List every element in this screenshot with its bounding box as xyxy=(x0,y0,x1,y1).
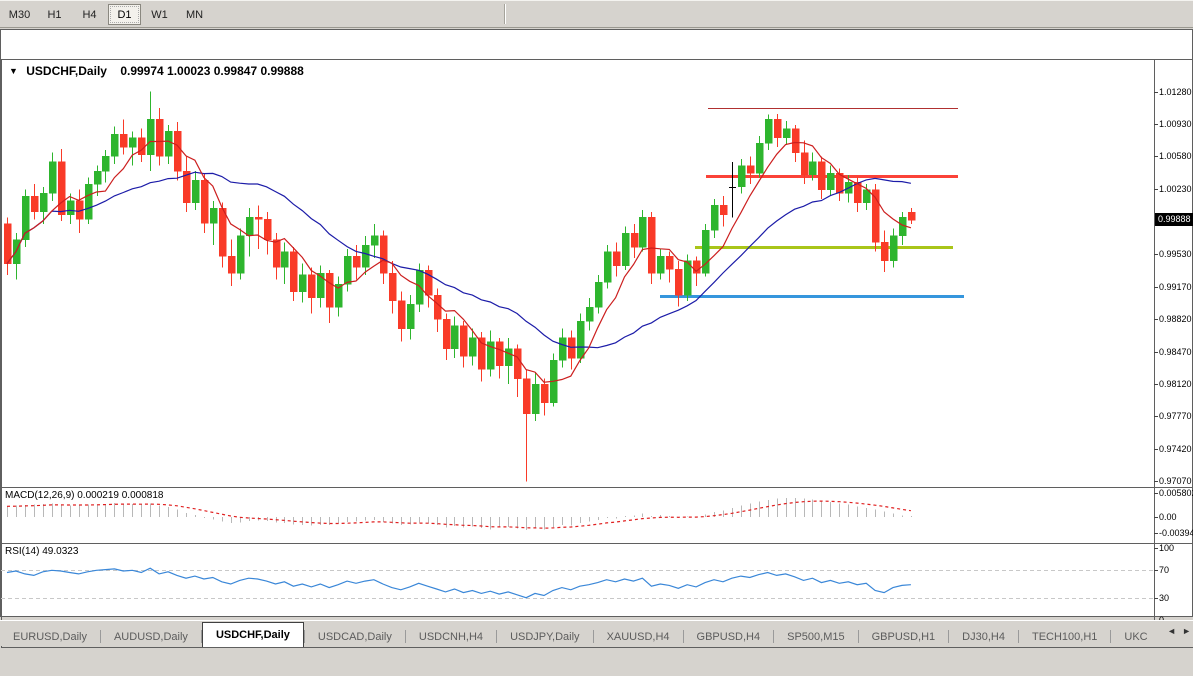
symbol-dropdown-icon[interactable]: ▼ xyxy=(9,66,18,76)
macd-tick-label: -0.00394 xyxy=(1159,528,1193,538)
chart-tab-gbpusd[interactable]: GBPUSD,H4 xyxy=(684,627,774,647)
macd-tick-label: 0.005802 xyxy=(1159,488,1193,498)
rsi-tick-label: 100 xyxy=(1159,543,1174,553)
price-tick-label: 0.97420 xyxy=(1159,444,1192,454)
chart-tab-usdcad[interactable]: USDCAD,Daily xyxy=(305,627,405,647)
price-tick-label: 1.00230 xyxy=(1159,184,1192,194)
chart-tab-audusd[interactable]: AUDUSD,Daily xyxy=(101,627,201,647)
price-tick-label: 0.98120 xyxy=(1159,379,1192,389)
chart-tab-usdchf[interactable]: USDCHF,Daily xyxy=(202,622,304,647)
timeframe-button-m30[interactable]: M30 xyxy=(3,4,36,25)
chart-tab-usdcnh[interactable]: USDCNH,H4 xyxy=(406,627,496,647)
macd-tick-label: 0.00 xyxy=(1159,512,1177,522)
price-tick-label: 1.00580 xyxy=(1159,151,1192,161)
chart-ohlc-values: 0.99974 1.00023 0.99847 0.99888 xyxy=(120,64,304,78)
rsi-tick-label: 70 xyxy=(1159,565,1169,575)
chart-tab-eurusd[interactable]: EURUSD,Daily xyxy=(0,627,100,647)
price-tick-label: 0.99530 xyxy=(1159,249,1192,259)
chart-tab-sp500[interactable]: SP500,M15 xyxy=(774,627,857,647)
timeframe-button-mn[interactable]: MN xyxy=(178,4,211,25)
price-tick-label: 0.97070 xyxy=(1159,476,1192,486)
price-tick-label: 0.99170 xyxy=(1159,282,1192,292)
timeframe-button-h1[interactable]: H1 xyxy=(38,4,71,25)
chart-tab-usdjpy[interactable]: USDJPY,Daily xyxy=(497,627,593,647)
chart-tab-gbpusd[interactable]: GBPUSD,H1 xyxy=(859,627,949,647)
chart-tab-xauusd[interactable]: XAUUSD,H4 xyxy=(594,627,683,647)
chart-tab-bar: EURUSD,DailyAUDUSD,DailyUSDCHF,DailyUSDC… xyxy=(0,620,1193,646)
rsi-tick-label: 30 xyxy=(1159,593,1169,603)
rsi-indicator-label: RSI(14) 49.0323 xyxy=(5,546,78,557)
price-tick-label: 0.98470 xyxy=(1159,347,1192,357)
macd-indicator-label: MACD(12,26,9) 0.000219 0.000818 xyxy=(5,490,163,501)
tab-scroll-left-icon[interactable]: ◄ xyxy=(1167,626,1176,636)
chart-title: ▼ USDCHF,Daily 0.99974 1.00023 0.99847 0… xyxy=(9,64,304,78)
price-tick-label: 0.98820 xyxy=(1159,314,1192,324)
timeframe-toolbar: M30H1H4D1W1MN xyxy=(0,0,1193,28)
toolbar-separator xyxy=(504,4,506,24)
chart-symbol: USDCHF,Daily xyxy=(26,64,107,78)
tab-scroll-right-icon[interactable]: ► xyxy=(1182,626,1191,636)
chart-tab-tech100[interactable]: TECH100,H1 xyxy=(1019,627,1110,647)
timeframe-button-h4[interactable]: H4 xyxy=(73,4,106,25)
chart-tab-dj30[interactable]: DJ30,H4 xyxy=(949,627,1018,647)
chart-window[interactable]: ▼ USDCHF,Daily 0.99974 1.00023 0.99847 0… xyxy=(0,29,1193,617)
chart-tab-ukc[interactable]: UKC xyxy=(1111,627,1160,647)
price-tick-label: 1.00930 xyxy=(1159,119,1192,129)
timeframe-button-w1[interactable]: W1 xyxy=(143,4,176,25)
price-tick-label: 0.97770 xyxy=(1159,411,1192,421)
mt4-window: M30H1H4D1W1MN ▼ USDCHF,Daily 0.99974 1.0… xyxy=(0,0,1193,646)
price-tick-label: 1.01280 xyxy=(1159,87,1192,97)
chart-canvas[interactable] xyxy=(1,30,1193,676)
timeframe-button-d1[interactable]: D1 xyxy=(108,4,141,25)
current-price-label: 0.99888 xyxy=(1155,213,1193,226)
